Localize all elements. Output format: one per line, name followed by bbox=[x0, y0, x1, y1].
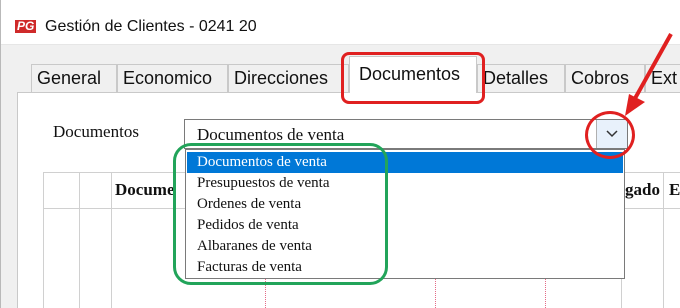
options-highlight-box bbox=[173, 143, 388, 285]
grid-column-divider bbox=[663, 172, 664, 308]
title-bar: PG Gestión de Clientes - 0241 20 bbox=[1, 0, 680, 45]
documentos-label: Documentos bbox=[53, 122, 139, 141]
tab-highlight-box bbox=[341, 52, 485, 104]
column-header-documento[interactable]: Docume bbox=[115, 180, 174, 200]
tab-detalles[interactable]: Detalles bbox=[477, 64, 565, 92]
column-header-pagado[interactable]: gado bbox=[625, 180, 660, 200]
annotation-arrow-icon bbox=[625, 33, 673, 116]
column-header-e[interactable]: E bbox=[669, 180, 680, 200]
window-title: Gestión de Clientes - 0241 20 bbox=[45, 18, 257, 35]
tab-general[interactable]: General bbox=[31, 64, 117, 92]
tab-direcciones[interactable]: Direcciones bbox=[228, 64, 349, 92]
grid-column-divider bbox=[79, 172, 80, 308]
grid-column-divider bbox=[111, 172, 112, 308]
grid-column-divider bbox=[43, 172, 44, 308]
tab-economico[interactable]: Economico bbox=[117, 64, 228, 92]
client-window: PG Gestión de Clientes - 0241 20 General… bbox=[0, 0, 680, 308]
pg-app-icon: PG bbox=[15, 19, 37, 33]
combobox-value: Documentos de venta bbox=[197, 125, 345, 144]
